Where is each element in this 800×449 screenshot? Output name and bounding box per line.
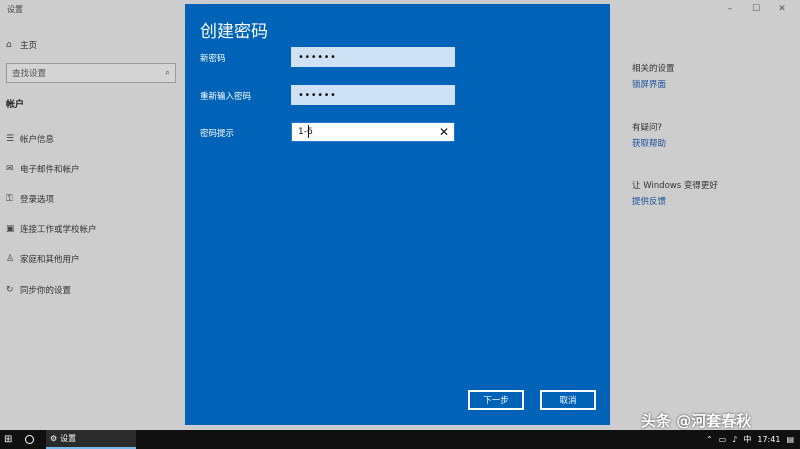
minimize-button[interactable]: – (718, 2, 742, 16)
home-icon: ⌂ (6, 40, 12, 50)
clock[interactable]: 17:41 (757, 435, 780, 444)
text-cursor (308, 125, 309, 138)
get-help-link[interactable]: 获取帮助 (632, 137, 666, 149)
sidebar-home[interactable]: ⌂ 主页 (6, 38, 37, 52)
sidebar-item-sync[interactable]: ↻ 同步你的设置 (6, 283, 71, 297)
sidebar-home-label: 主页 (20, 41, 38, 51)
windows-logo-icon: ⊞ (4, 434, 13, 445)
confirm-password-value: •••••• (298, 89, 337, 101)
sidebar-item-label: 帐户信息 (20, 135, 55, 145)
confirm-password-label: 重新输入密码 (200, 92, 252, 102)
briefcase-icon: ▣ (6, 224, 15, 234)
watermark: 头条 @河套春秋 (641, 412, 752, 430)
password-hint-value: 1-6 (298, 127, 313, 137)
cortana-button[interactable] (25, 430, 37, 449)
sidebar-item-label: 家庭和其他用户 (20, 255, 80, 265)
start-button[interactable]: ⊞ (4, 430, 12, 449)
dialog-title: 创建密码 (200, 22, 268, 42)
sidebar-item-label: 同步你的设置 (20, 286, 72, 296)
sidebar-item-sign-in[interactable]: ⚿ 登录选项 (6, 192, 54, 206)
sidebar-item-account-info[interactable]: ☰ 帐户信息 (6, 132, 54, 146)
password-hint-label: 密码提示 (200, 129, 235, 139)
taskbar: ⊞ ⚙ 设置 ⌃ ▭ ♪ 中 17:41 ▤ (0, 430, 800, 449)
sidebar-item-label: 连接工作或学校帐户 (20, 225, 97, 235)
new-password-value: •••••• (298, 51, 337, 63)
gear-icon: ⚙ (50, 434, 58, 443)
sidebar-item-family[interactable]: ♙ 家庭和其他用户 (6, 252, 80, 266)
taskbar-settings-app[interactable]: ⚙ 设置 (46, 430, 136, 449)
window-title: 设置 (7, 5, 23, 14)
sidebar-item-email[interactable]: ✉ 电子邮件和帐户 (6, 162, 80, 176)
ime-indicator[interactable]: 中 (743, 434, 751, 445)
create-password-dialog: 创建密码 新密码 •••••• 重新输入密码 •••••• 密码提示 1-6 ✕… (185, 4, 610, 425)
sync-icon: ↻ (6, 285, 14, 295)
cortana-icon (25, 435, 34, 444)
related-settings-heading: 相关的设置 (632, 64, 675, 74)
search-placeholder: 查找设置 (12, 69, 47, 79)
network-icon[interactable]: ▭ (719, 435, 727, 444)
section-heading: 帐户 (6, 100, 25, 110)
mail-icon: ✉ (6, 164, 14, 174)
search-input[interactable]: 查找设置 ⌕ (6, 63, 176, 83)
taskbar-app-label: 设置 (60, 434, 77, 443)
notification-icon[interactable]: ▤ (786, 435, 794, 444)
password-hint-field[interactable]: 1-6 ✕ (291, 122, 455, 142)
clear-icon[interactable]: ✕ (439, 125, 449, 139)
feedback-link[interactable]: 提供反馈 (632, 195, 666, 207)
next-button[interactable]: 下一步 (468, 390, 524, 410)
cancel-button[interactable]: 取消 (540, 390, 596, 410)
sidebar-item-work-school[interactable]: ▣ 连接工作或学校帐户 (6, 222, 97, 236)
new-password-label: 新密码 (200, 54, 226, 64)
chevron-up-icon[interactable]: ⌃ (706, 435, 713, 444)
confirm-password-field[interactable]: •••••• (291, 85, 455, 105)
system-tray: ⌃ ▭ ♪ 中 17:41 ▤ (706, 430, 794, 449)
person-card-icon: ☰ (6, 134, 15, 144)
key-icon: ⚿ (6, 194, 13, 204)
close-button[interactable]: ✕ (770, 2, 794, 16)
improve-heading: 让 Windows 变得更好 (632, 181, 718, 191)
volume-icon[interactable]: ♪ (732, 435, 737, 444)
search-icon: ⌕ (164, 68, 170, 78)
new-password-field[interactable]: •••••• (291, 47, 455, 67)
sidebar-item-label: 登录选项 (20, 195, 55, 205)
lock-screen-link[interactable]: 锁屏界面 (632, 78, 666, 90)
people-icon: ♙ (6, 254, 15, 264)
maximize-button[interactable]: ☐ (744, 2, 768, 16)
question-heading: 有疑问? (632, 123, 663, 133)
sidebar-item-label: 电子邮件和帐户 (20, 165, 80, 175)
